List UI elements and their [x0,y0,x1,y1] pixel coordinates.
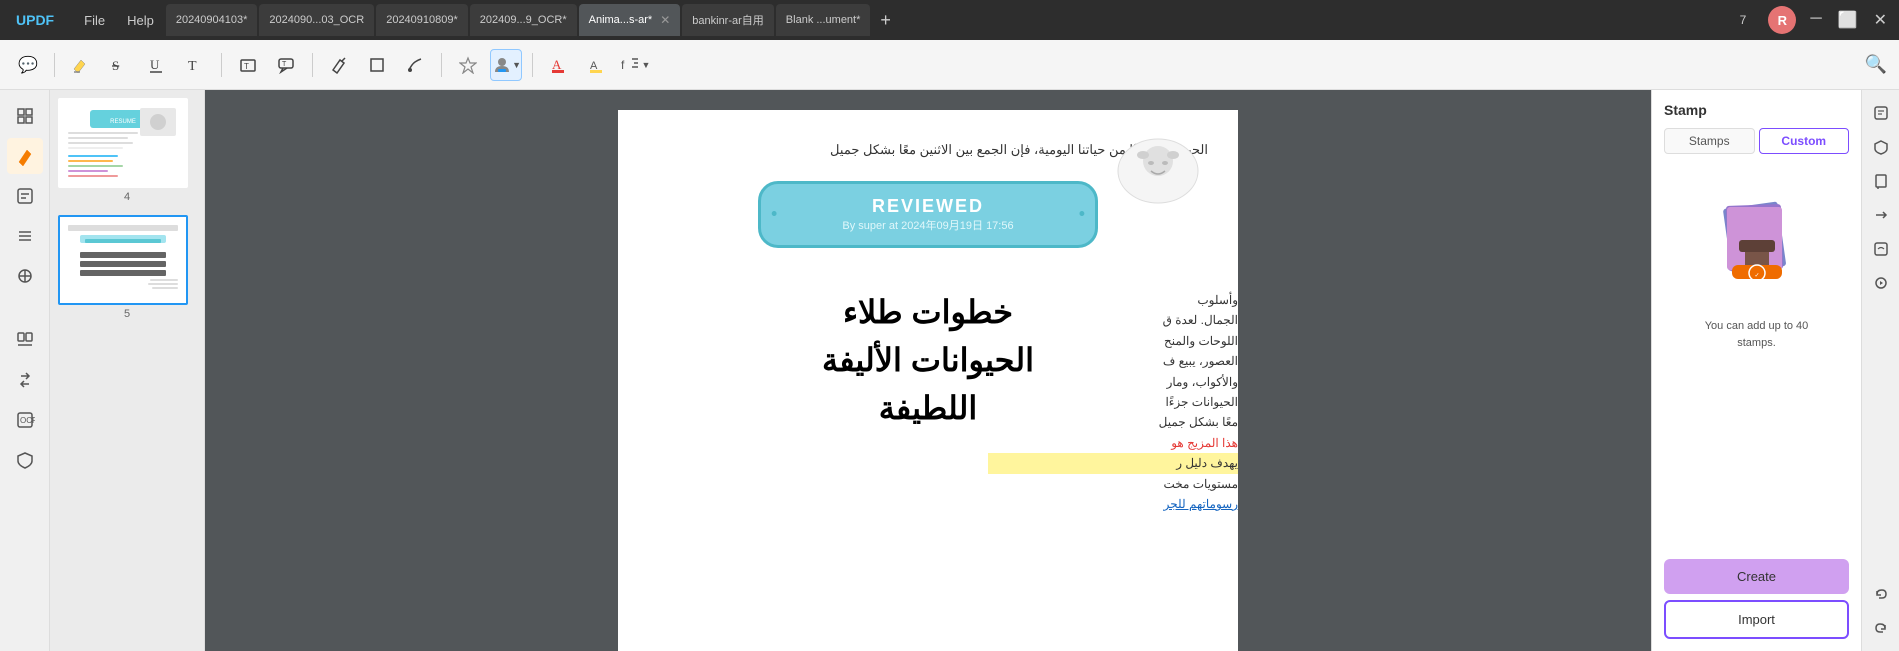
tab-2[interactable]: 2024090...03_OCR [259,4,374,36]
left-sidebar: OCR [0,90,50,651]
far-right-sidebar [1861,90,1899,651]
tab-4[interactable]: 202409...9_OCR* [470,4,577,36]
comment-button[interactable]: 💬 [12,49,44,81]
svg-text:U: U [150,57,160,72]
stamp-icon: ✓ [1692,180,1822,310]
separator-2 [221,53,222,77]
textbox-button[interactable]: T [232,49,264,81]
separator-5 [532,53,533,77]
sidebar-edit[interactable] [7,138,43,174]
sidebar-organize[interactable] [7,322,43,358]
main-area: OCR RESUME [0,90,1899,651]
stamp-tabs: Stamps Custom [1664,128,1849,154]
strikethrough-button[interactable]: S [103,49,135,81]
sidebar-right-icon1[interactable] [1866,98,1896,128]
tab-custom[interactable]: Custom [1759,128,1850,154]
svg-text:f: f [621,58,625,72]
svg-text:T: T [244,62,249,71]
svg-text:T: T [282,61,287,68]
sidebar-right-icon3[interactable] [1866,166,1896,196]
color-button[interactable]: A [543,49,575,81]
tab-bar: UPDF File Help 20240904103* 2024090...03… [0,0,1899,40]
highlight-button[interactable] [65,49,97,81]
sidebar-right-icon6[interactable] [1866,268,1896,298]
import-stamp-button[interactable]: Import [1664,600,1849,639]
svg-text:A: A [552,57,562,72]
page-num-5: 5 [58,308,196,320]
thumbnail-image-5 [58,215,188,305]
separator-1 [54,53,55,77]
callout-button[interactable]: T [270,49,302,81]
tab-5[interactable]: Anima...s-ar* ✕ [579,4,681,36]
page-num-4: 4 [58,191,196,203]
pencil-button[interactable] [399,49,431,81]
tab-3[interactable]: 20240910809* [376,4,468,36]
user-avatar[interactable]: R [1768,6,1796,34]
highlight-color-button[interactable]: A [581,49,613,81]
create-stamp-button[interactable]: Create [1664,559,1849,594]
sidebar-undo[interactable] [1866,579,1896,609]
separator-3 [312,53,313,77]
pdf-page: الحيوانات جزءًا من حياتنا اليومية، فإن ا… [618,110,1238,651]
toolbar: 💬 S U T T T ▼ A A f ▼ 🔍 [0,40,1899,90]
tab-stamps[interactable]: Stamps [1664,128,1755,154]
stamp-subtitle: By super at 2024年09月19日 17:56 [791,217,1065,233]
arabic-side-text: وأسلوب الجمال. لعدة ق اللوحات والمنح الع… [988,290,1238,514]
sidebar-convert[interactable] [7,362,43,398]
sidebar-layers[interactable] [7,258,43,294]
svg-text:OCR: OCR [20,416,35,425]
sidebar-page-view[interactable] [7,98,43,134]
close-button[interactable]: ✕ [1870,10,1891,30]
sidebar-protect[interactable] [7,442,43,478]
stamp-preview-area: ✓ You can add up to 40 stamps. [1664,170,1849,559]
menu-help[interactable]: Help [117,9,164,32]
menu-file[interactable]: File [74,9,115,32]
sidebar-redo[interactable] [1866,613,1896,643]
add-tab-button[interactable]: + [872,10,899,31]
dog-stamp-image [1108,130,1208,210]
stamp-panel: Stamp Stamps Custom [1651,90,1861,651]
stamp-description: You can add up to 40 stamps. [1705,318,1809,351]
shape-button[interactable] [361,49,393,81]
sidebar-ocr[interactable]: OCR [7,402,43,438]
markup-button[interactable] [323,49,355,81]
sticker-button[interactable] [452,49,484,81]
highlighted-text: يهدف دليل ر [988,453,1238,473]
sidebar-right-icon4[interactable] [1866,200,1896,230]
underline-button[interactable]: U [141,49,173,81]
user-stamp-button[interactable]: ▼ [490,49,522,81]
close-tab-5[interactable]: ✕ [660,13,670,27]
tab-1[interactable]: 20240904103* [166,4,258,36]
content-area: الحيوانات جزءًا من حياتنا اليومية، فإن ا… [205,90,1651,651]
svg-text:RESUME: RESUME [110,119,136,125]
stamp-panel-title: Stamp [1664,102,1849,118]
search-button[interactable]: 🔍 [1865,54,1887,75]
sidebar-form[interactable] [7,218,43,254]
svg-text:✓: ✓ [1754,273,1759,279]
minimize-button[interactable]: ─ [1806,10,1825,30]
link-text: رسوماتهم للجر [988,494,1238,514]
thumbnail-page-5[interactable]: 5 [58,215,196,320]
sidebar-annotate[interactable] [7,178,43,214]
text-button[interactable]: T [179,49,211,81]
thumbnail-panel: RESUME 4 [50,90,205,651]
sidebar-right-icon5[interactable] [1866,234,1896,264]
colored-text: هذا المزيج هو [988,433,1238,453]
sidebar-right-icon2[interactable] [1866,132,1896,162]
stamp-title: REVIEWED [791,196,1065,217]
thumbnail-image-4: RESUME [58,98,188,188]
separator-4 [441,53,442,77]
svg-text:T: T [188,59,197,74]
font-style-button[interactable]: f ▼ [619,49,651,81]
app-logo: UPDF [8,8,62,32]
thumbnail-page-4[interactable]: RESUME 4 [58,98,196,203]
maximize-button[interactable]: ⬜ [1834,10,1862,30]
reviewed-stamp: REVIEWED By super at 2024年09月19日 17:56 [758,181,1098,248]
tab-6[interactable]: bankinr-ar自用 [682,4,774,36]
svg-text:S: S [112,58,119,73]
window-controls: ─ ⬜ ✕ [1806,10,1891,30]
tab-7[interactable]: Blank ...ument* [776,4,871,36]
tab-count: 7 [1732,13,1755,27]
